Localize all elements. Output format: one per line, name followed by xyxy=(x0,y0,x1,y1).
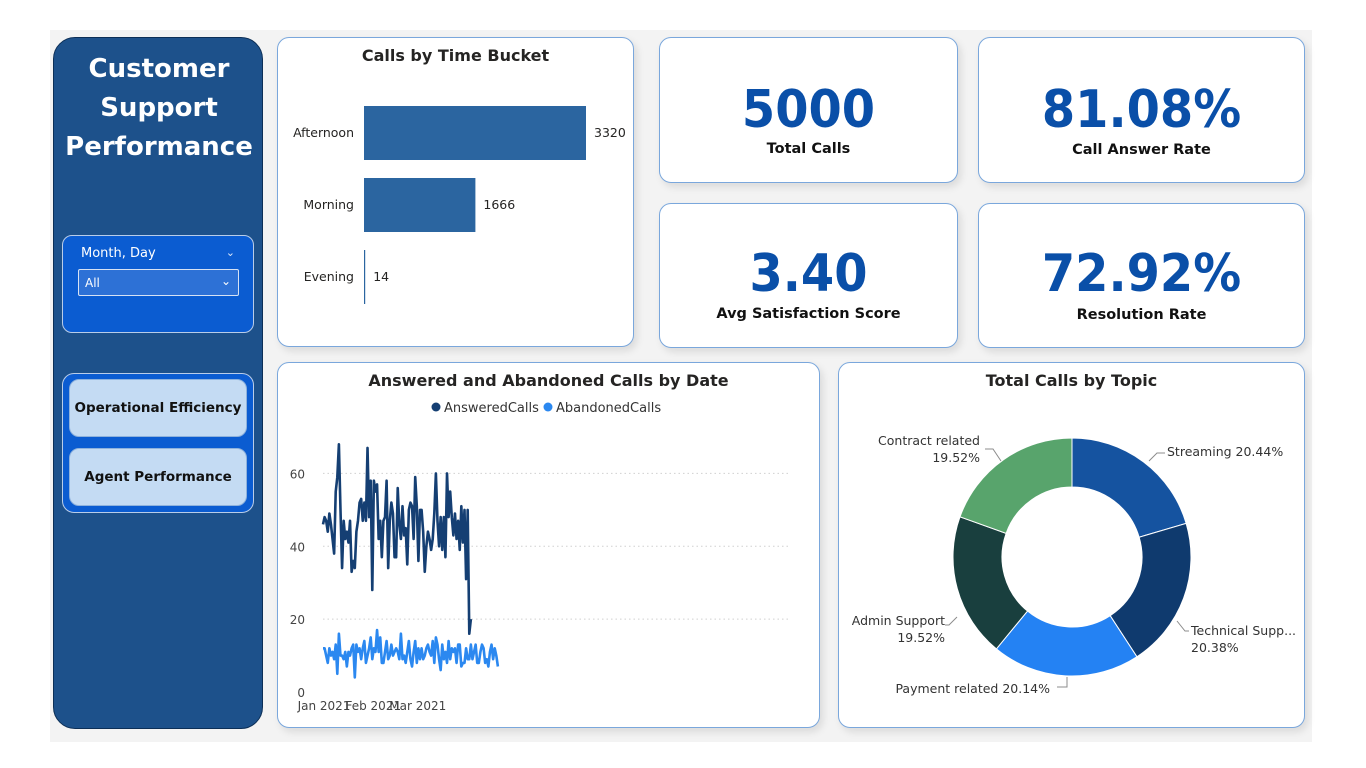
kpi-value: 81.08% xyxy=(1041,80,1242,140)
leader-line xyxy=(985,448,1002,462)
leader-line xyxy=(1057,677,1068,688)
avg-satisfaction-card: 3.40 Avg Satisfaction Score xyxy=(659,203,958,348)
kpi-value: 72.92% xyxy=(1041,244,1242,304)
kpi-label: Resolution Rate xyxy=(1076,307,1207,323)
report-title: Customer Support Performance xyxy=(54,50,264,167)
category-label: Evening xyxy=(304,269,354,284)
bar xyxy=(364,178,476,232)
report-title-line: Customer xyxy=(88,54,230,84)
donut-chart: Streaming 20.44% Technical Supp... 20.38% P… xyxy=(852,433,1296,696)
kpi-value: 5000 xyxy=(741,80,876,140)
report-title-line: Support xyxy=(100,93,218,123)
calls-by-topic-card: Total Calls by Topic Streaming 20.44% Tec… xyxy=(838,362,1305,728)
call-answer-rate-card: 81.08% Call Answer Rate xyxy=(978,37,1305,183)
kpi-label: Call Answer Rate xyxy=(1072,142,1211,158)
slice-label: 20.38% xyxy=(1191,640,1239,655)
legend-label: AnsweredCalls xyxy=(444,401,539,416)
kpi-value: 3.40 xyxy=(749,244,868,304)
data-label: 14 xyxy=(373,269,389,284)
slicer-selected-value: All xyxy=(85,276,100,290)
legend-label: AbandonedCalls xyxy=(556,401,661,416)
month-day-slicer: Month, Day ⌄ All ⌄ xyxy=(62,235,254,333)
slice-label: Admin Support xyxy=(852,613,945,628)
slice-label: Technical Supp... xyxy=(1190,623,1296,638)
y-tick-label: 20 xyxy=(290,613,305,627)
chevron-down-icon[interactable]: ⌄ xyxy=(226,246,235,259)
leader-line xyxy=(1176,620,1189,632)
data-label: 1666 xyxy=(483,197,515,212)
slicer-dropdown[interactable]: All ⌄ xyxy=(78,269,239,296)
page-navigator: Operational Efficiency Agent Performance xyxy=(62,373,254,513)
legend-marker xyxy=(543,402,553,412)
slice-label: 19.52% xyxy=(932,450,980,465)
category-label: Afternoon xyxy=(293,125,354,140)
y-tick-label: 0 xyxy=(297,686,305,700)
leader-line xyxy=(1148,452,1165,462)
resolution-rate-card: 72.92% Resolution Rate xyxy=(978,203,1305,348)
slice-label: Contract related xyxy=(878,433,980,448)
report-title-line: Performance xyxy=(65,132,253,162)
operational-efficiency-button[interactable]: Operational Efficiency xyxy=(69,379,247,437)
bar-chart: Afternoon 3320 Morning 1666 Evening 14 xyxy=(293,106,626,304)
leader-line xyxy=(945,616,958,626)
chevron-down-icon: ⌄ xyxy=(220,274,231,288)
total-calls-card: 5000 Total Calls xyxy=(659,37,958,183)
slice-label: 19.52% xyxy=(897,630,945,645)
legend-marker xyxy=(431,402,441,412)
kpi-label: Avg Satisfaction Score xyxy=(716,306,901,322)
slicer-label: Month, Day xyxy=(81,246,156,261)
bar xyxy=(364,250,366,304)
answered-abandoned-card: Answered and Abandoned Calls by Date 0 20… xyxy=(277,362,820,728)
kpi-label: Total Calls xyxy=(766,141,851,157)
y-tick-label: 40 xyxy=(290,540,305,554)
series-line xyxy=(323,628,500,679)
agent-performance-button[interactable]: Agent Performance xyxy=(69,448,247,506)
category-label: Morning xyxy=(303,197,354,212)
x-tick-label: Mar 2021 xyxy=(389,699,446,713)
data-label: 3320 xyxy=(594,125,626,140)
slice-label: Payment related 20.14% xyxy=(895,681,1050,696)
y-tick-label: 60 xyxy=(290,467,305,481)
line-chart: 0204060Jan 2021Feb 2021Mar 2021AnsweredC… xyxy=(290,401,791,713)
bar xyxy=(364,106,586,160)
calls-by-time-bucket-card: Calls by Time Bucket Afternoon 3320 Mornin… xyxy=(277,37,634,347)
series-line xyxy=(321,443,473,636)
x-tick-label: Jan 2021 xyxy=(297,699,351,713)
slice-label: Streaming 20.44% xyxy=(1167,444,1283,459)
